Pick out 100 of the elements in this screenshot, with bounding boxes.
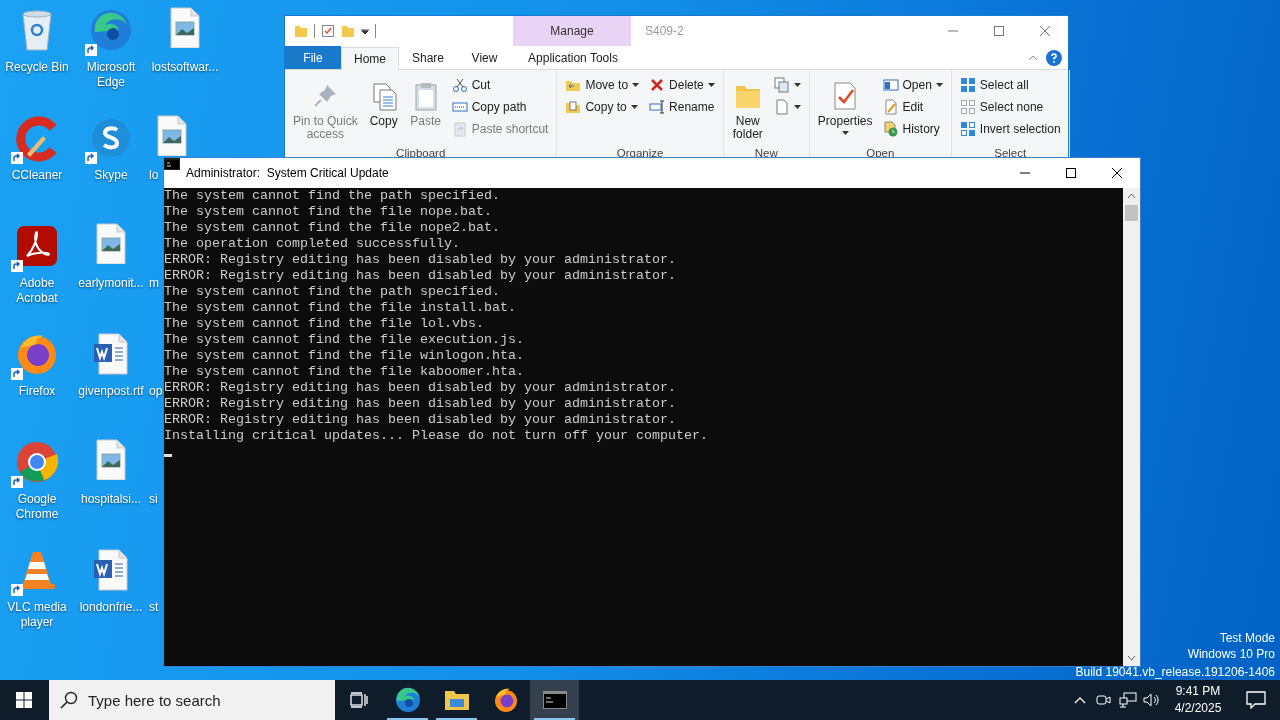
clock-time[interactable]: 9:41 PM [1175, 683, 1221, 700]
console-line: The operation completed successfully. [164, 236, 461, 252]
ribbon-button[interactable]: Properties [814, 74, 876, 135]
console-line: ERROR: Registry editing has been disabled by your administrator. [164, 252, 677, 268]
ribbon-button[interactable]: Copy to [562, 96, 643, 118]
console-line: The system cannot find the file kaboomer.hta. [164, 364, 525, 380]
console-line: The system cannot find the path specified. [164, 188, 501, 204]
maximize-icon [994, 26, 1004, 36]
ribbon-button[interactable]: Copy path [448, 96, 552, 118]
select-all-icon [959, 77, 976, 93]
icon-label[interactable]: Adobe Acrobat [0, 276, 74, 306]
icon-label[interactable]: Microsoft Edge [74, 60, 148, 90]
ribbon-button[interactable]: Open [879, 74, 946, 96]
rename-icon [649, 99, 666, 115]
pencil-icon [882, 99, 899, 115]
taskbar-app-button[interactable] [530, 680, 579, 720]
windows-logo-icon [16, 692, 32, 708]
icon-label[interactable]: Skype [94, 168, 128, 183]
console-line: The system cannot find the file winlogon.hta. [164, 348, 525, 364]
ribbon-tab[interactable]: Home [341, 47, 399, 70]
console-line: The system cannot find the file install.bat. [164, 300, 517, 316]
icon-label[interactable]: m [148, 276, 159, 291]
system-notice: Test Mode [1219, 630, 1275, 646]
copy-folder-icon [565, 99, 582, 115]
search-field[interactable]: Type here to search [49, 680, 335, 720]
search-icon [60, 691, 78, 709]
select-none-icon [959, 99, 976, 115]
ribbon-button[interactable]: Select none [956, 96, 1064, 118]
caret-icon [707, 83, 715, 87]
camera-icon[interactable] [1096, 693, 1112, 707]
icon-label[interactable]: CCleaner [11, 168, 63, 183]
properties-icon[interactable] [321, 24, 335, 38]
icon-label[interactable]: londonfrie... [79, 600, 143, 615]
ribbon-button[interactable]: Rename [646, 96, 718, 118]
window-icon [882, 77, 899, 93]
console-line: ERROR: Registry editing has been disabled by your administrator. [164, 412, 677, 428]
ribbon-button[interactable]: Cut [448, 74, 552, 96]
volume-icon[interactable] [1143, 692, 1161, 708]
caret-icon [632, 83, 640, 87]
caret-icon [630, 105, 638, 109]
ribbon-button[interactable]: Move to [562, 74, 643, 96]
speech-bubble-icon [1246, 691, 1266, 709]
console-icon [164, 158, 180, 170]
close-icon [1040, 26, 1050, 36]
scissors-icon [451, 77, 468, 93]
window-title: Administrator: System Critical Update [186, 166, 389, 180]
group-label: Select [993, 146, 1028, 160]
console-line: The system cannot find the file nope.bat. [164, 204, 493, 220]
caret-icon [793, 105, 801, 109]
icon-label[interactable]: op [148, 384, 163, 399]
console-line: The system cannot find the file lol.vbs. [164, 316, 485, 332]
scrollbar[interactable] [1123, 188, 1140, 666]
console-icon [542, 691, 567, 709]
icon-label[interactable]: Firefox [18, 384, 56, 399]
console-line: Installing critical updates... Please do not turn off your computer. [164, 428, 709, 444]
console-line: ERROR: Registry editing has been disabled by your administrator. [164, 268, 677, 284]
chevron-up-icon[interactable] [1074, 696, 1086, 704]
new-item-icon [773, 77, 790, 93]
firefox-icon [492, 687, 519, 713]
icon-label[interactable]: st [148, 600, 159, 615]
ribbon-button[interactable]: Edit [879, 96, 946, 118]
caret-icon [841, 131, 849, 135]
clipboard-icon [451, 121, 468, 137]
icon-label[interactable]: givenpost.rtf [78, 384, 144, 399]
task-view-icon [350, 692, 368, 708]
console-line: The system cannot find the file execution.js. [164, 332, 525, 348]
icon-label[interactable]: lostsoftwar... [151, 60, 219, 75]
icon-label[interactable]: VLC media player [0, 600, 74, 630]
ribbon-button[interactable]: New folder [728, 74, 767, 141]
close-icon [1112, 168, 1122, 178]
window-title: S409-2 [645, 24, 684, 38]
caret-icon [935, 83, 943, 87]
ribbon-button[interactable]: Delete [646, 74, 718, 96]
console-line: The system cannot find the path specified. [164, 284, 501, 300]
edge-browser-icon [394, 687, 421, 713]
caret-icon[interactable] [361, 28, 369, 34]
help-icon[interactable] [1046, 49, 1062, 66]
console-line: ERROR: Registry editing has been disabled by your administrator. [164, 396, 677, 412]
group-label: Organize [615, 146, 665, 160]
icon-label[interactable]: Google Chrome [0, 492, 74, 522]
scroll-thumb[interactable] [1125, 205, 1138, 221]
caret-icon [793, 83, 801, 87]
icon-label[interactable]: si [148, 492, 158, 507]
ribbon-button[interactable]: Invert selection [956, 118, 1064, 140]
group-label: New [753, 146, 779, 160]
icon-label[interactable]: Recycle Bin [5, 60, 69, 75]
clock-date[interactable]: 4/2/2025 [1174, 700, 1222, 717]
ribbon-button[interactable]: Select all [956, 74, 1064, 96]
invert-selection-icon [959, 121, 976, 137]
ribbon-button[interactable]: History [879, 118, 946, 140]
icon-label[interactable]: earlymonit... [78, 276, 144, 291]
ribbon-tab[interactable]: File [285, 46, 341, 69]
network-icon[interactable] [1119, 692, 1137, 708]
icon-label[interactable]: lo [148, 168, 159, 183]
ribbon-button[interactable]: Copy [364, 74, 403, 128]
system-notice: Build 19041.vb_release.191206-1406 [1075, 666, 1275, 679]
icon-label[interactable]: hospitalsi... [81, 492, 141, 507]
system-notice: Windows 10 Pro [1187, 646, 1275, 662]
collapse-ribbon-icon[interactable] [1028, 54, 1038, 61]
console-line: ERROR: Registry editing has been disabled by your administrator. [164, 380, 677, 396]
